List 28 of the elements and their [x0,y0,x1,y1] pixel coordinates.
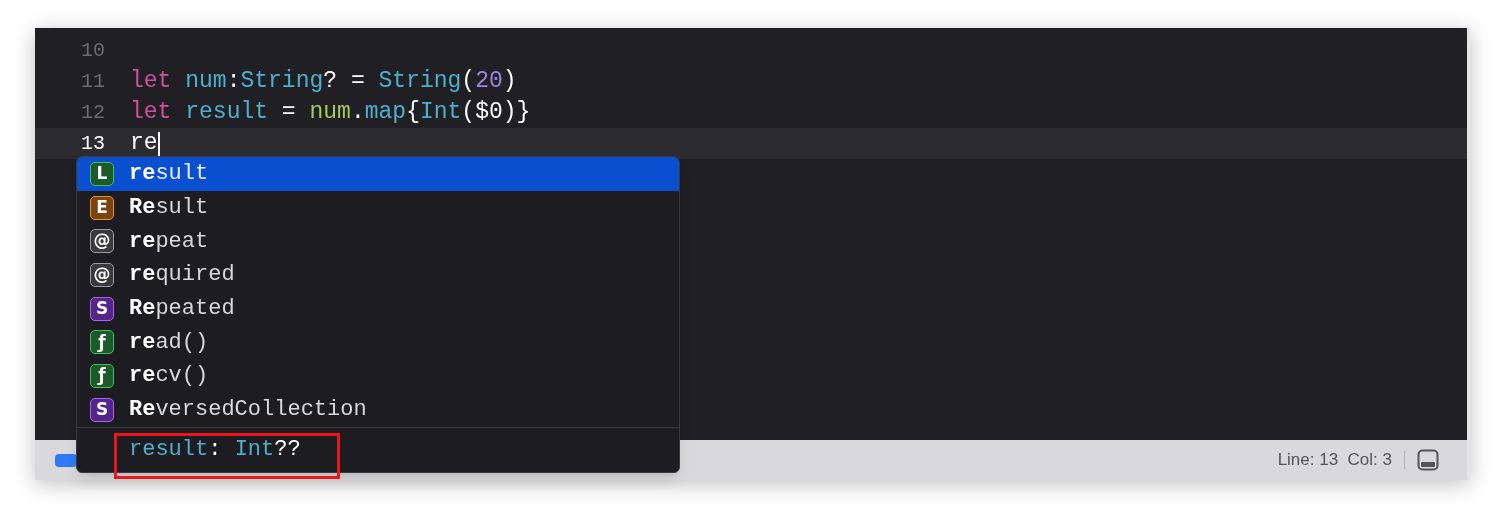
cursor-position: Line: 13 Col: 3 [1277,449,1392,472]
code-line: re [130,129,158,159]
line-number: 10 [80,37,105,64]
line-number: 13 [80,130,105,157]
completion-item[interactable]: ƒ recv() [77,359,679,393]
line-number: 12 [80,99,105,126]
status-indicator [55,453,77,467]
completion-detail: result: Int?? [129,438,301,461]
code-line: let num:String? = String(20) [130,67,517,97]
symbol-kind-badge: L [90,161,114,186]
symbol-kind-badge: S [90,296,114,321]
panel-toggle-icon[interactable] [1417,449,1439,471]
text-cursor [157,131,160,156]
symbol-kind-badge: ƒ [90,330,114,355]
symbol-kind-badge: ƒ [90,363,114,388]
completion-item[interactable]: ƒ read() [77,325,679,360]
code-line: let result = num.map{Int($0)} [130,98,531,128]
symbol-kind-badge: S [90,397,114,422]
symbol-kind-badge: E [90,195,114,220]
symbol-kind-badge: @ [90,229,114,254]
completion-item[interactable]: @ repeat [77,224,679,259]
completion-item[interactable]: @ required [77,258,679,292]
completion-item[interactable]: E Result [77,190,679,225]
completion-item[interactable]: L result [77,157,679,191]
line-number: 11 [80,68,105,95]
completion-item[interactable]: S ReversedCollection [77,392,679,427]
symbol-kind-badge: @ [90,262,114,287]
completion-item[interactable]: S Repeated [77,291,679,326]
